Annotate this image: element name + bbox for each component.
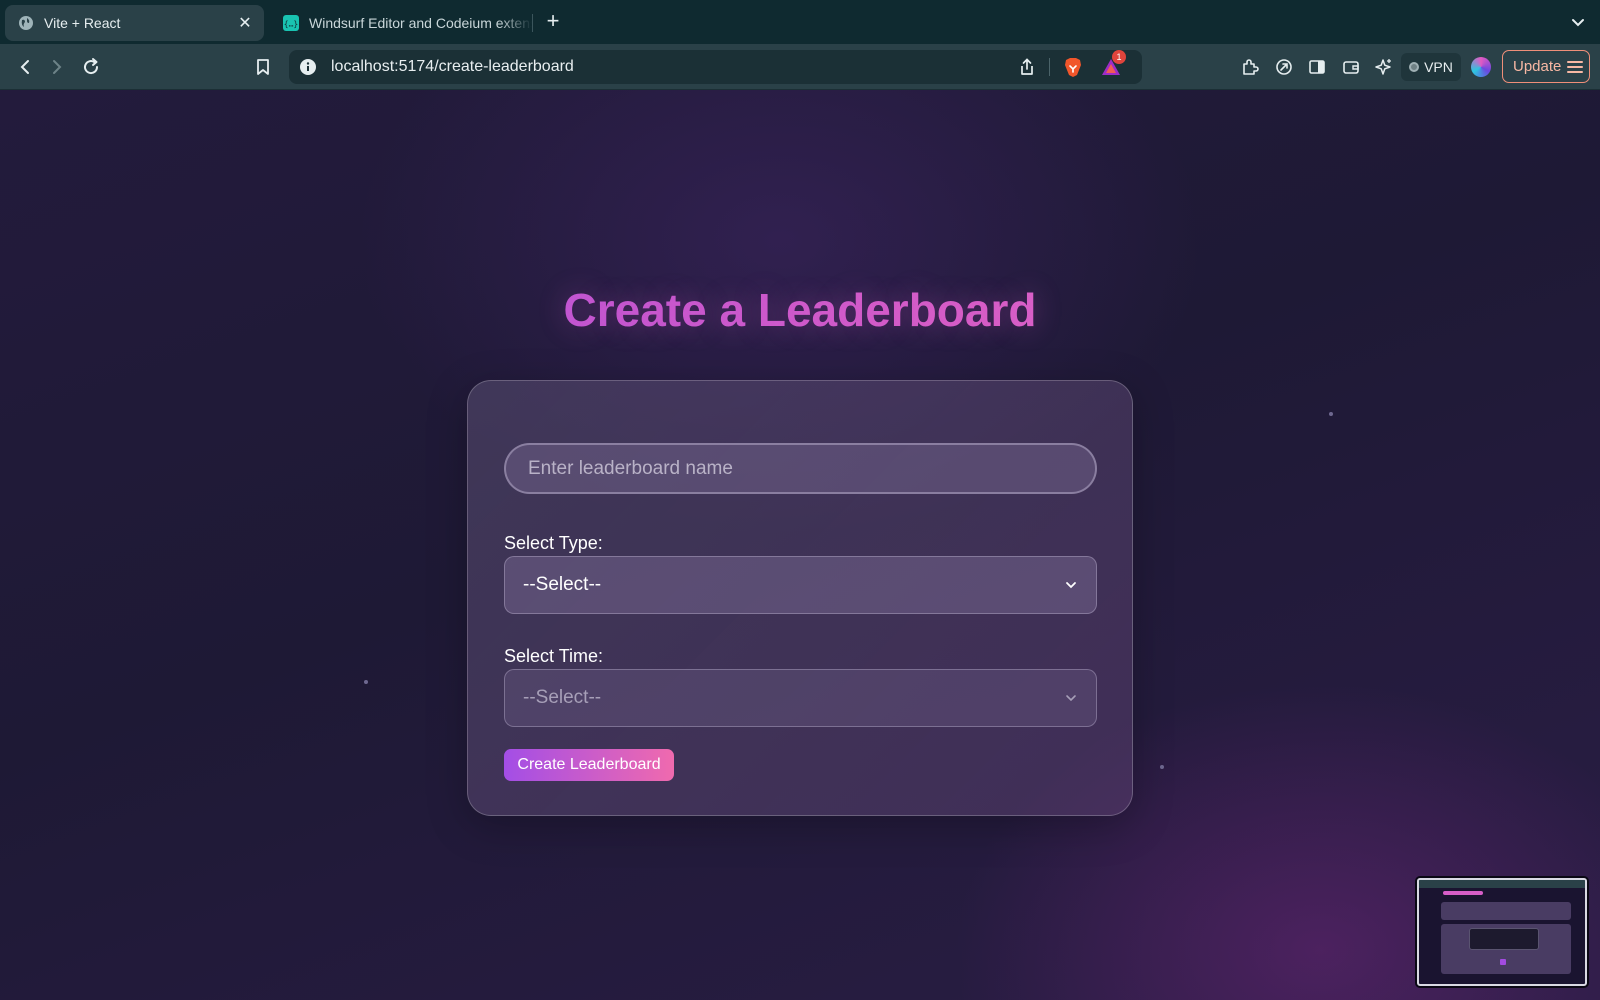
windsurf-icon: {…}	[283, 15, 299, 31]
ai-star-icon[interactable]	[1373, 56, 1395, 78]
page-title: Create a Leaderboard	[0, 283, 1600, 337]
close-icon[interactable]: ✕	[234, 12, 256, 34]
thumbnail-title	[1443, 891, 1483, 895]
tab-windsurf[interactable]: {…} Windsurf Editor and Codeium extensio…	[270, 5, 532, 41]
leo-icon[interactable]	[1273, 56, 1295, 78]
type-select-value: --Select--	[523, 574, 602, 595]
chevron-down-icon	[1064, 578, 1078, 592]
brave-lion-icon[interactable]	[1062, 56, 1084, 78]
thumbnail-panel	[1441, 902, 1571, 920]
time-select[interactable]: --Select--	[504, 669, 1097, 727]
tab-divider	[532, 14, 533, 32]
time-label: Select Time:	[504, 646, 604, 666]
page-content: Create a Leaderboard Select Type: --Sele…	[0, 90, 1600, 1000]
bookmark-icon[interactable]	[251, 55, 275, 79]
reload-icon[interactable]	[79, 55, 103, 79]
tab-title: Vite + React	[44, 15, 121, 31]
globe-icon	[18, 15, 34, 31]
svg-text:{…}: {…}	[284, 20, 298, 29]
rewards-badge: 1	[1112, 50, 1126, 64]
tab-title: Windsurf Editor and Codeium extensions	[309, 15, 532, 31]
share-icon[interactable]	[1017, 57, 1037, 77]
tab-vite-react[interactable]: Vite + React ✕	[5, 5, 264, 41]
chevron-down-icon[interactable]	[1568, 12, 1588, 32]
leaderboard-name-input[interactable]	[504, 443, 1097, 494]
sidebar-icon[interactable]	[1306, 56, 1328, 78]
vpn-label: VPN	[1424, 59, 1453, 75]
thumbnail-toolbar	[1419, 880, 1585, 888]
url-text[interactable]: localhost:5174/create-leaderboard	[331, 58, 1017, 76]
star-decoration	[364, 680, 368, 684]
time-select-value: --Select--	[523, 687, 602, 708]
vpn-button[interactable]: VPN	[1401, 53, 1461, 81]
update-label: Update	[1513, 58, 1562, 75]
thumbnail-marker	[1500, 959, 1506, 965]
wallet-icon[interactable]	[1340, 56, 1362, 78]
chevron-down-icon	[1064, 691, 1078, 705]
info-icon[interactable]	[299, 58, 317, 76]
forward-icon[interactable]	[45, 55, 69, 79]
url-divider	[1049, 58, 1050, 76]
star-decoration	[1329, 412, 1333, 416]
screenshot-preview-thumbnail[interactable]	[1417, 878, 1587, 986]
avatar[interactable]	[1471, 57, 1491, 77]
star-decoration	[1160, 765, 1164, 769]
create-leaderboard-button[interactable]: Create Leaderboard	[504, 749, 674, 781]
browser-toolbar: localhost:5174/create-leaderboard 1 VPN …	[0, 44, 1600, 90]
browser-tab-bar: Vite + React ✕ {…} Windsurf Editor and C…	[0, 0, 1600, 44]
address-bar[interactable]: localhost:5174/create-leaderboard 1	[289, 50, 1142, 84]
brave-rewards-icon[interactable]: 1	[1100, 50, 1126, 78]
type-select[interactable]: --Select--	[504, 556, 1097, 614]
back-icon[interactable]	[13, 55, 37, 79]
leaderboard-form-card: Select Type: --Select-- Select Time: --S…	[467, 380, 1133, 816]
update-button[interactable]: Update	[1502, 50, 1590, 83]
hamburger-icon	[1567, 60, 1584, 73]
type-label: Select Type:	[504, 533, 603, 553]
thumbnail-modal	[1469, 928, 1539, 950]
extensions-icon[interactable]	[1239, 56, 1261, 78]
new-tab-button[interactable]: +	[541, 10, 565, 34]
vpn-icon	[1409, 62, 1420, 72]
